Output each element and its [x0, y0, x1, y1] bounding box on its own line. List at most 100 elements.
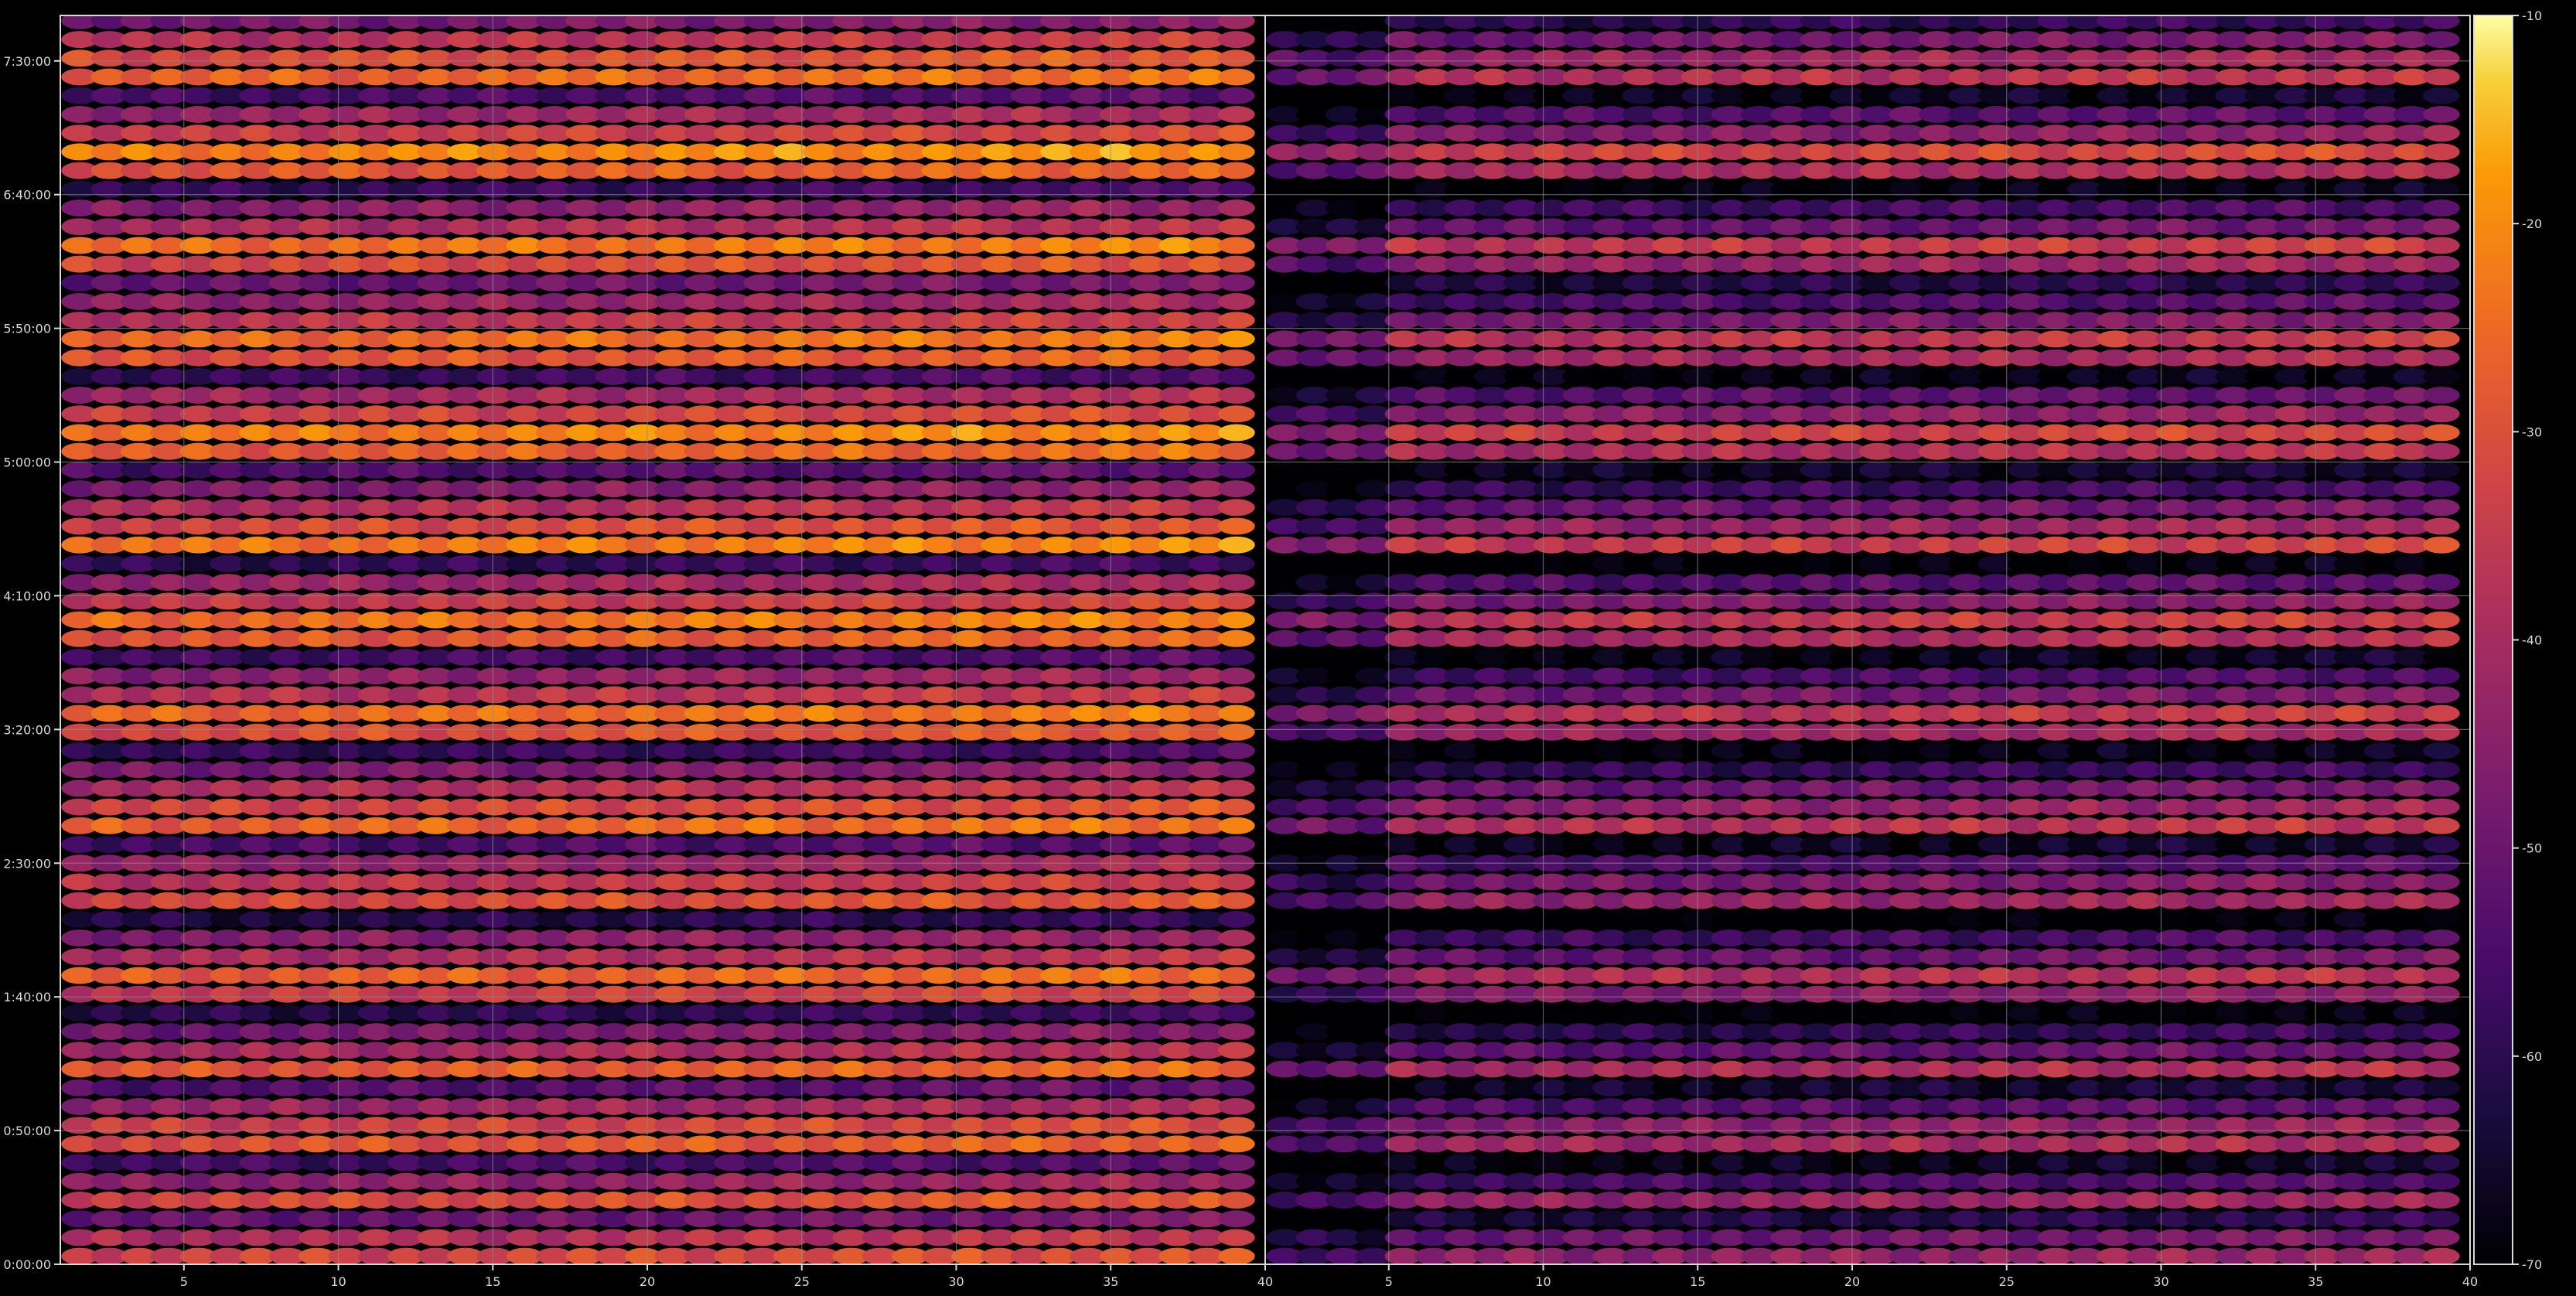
heatmap-cell [1218, 723, 1255, 741]
heatmap-cell [1218, 779, 1255, 797]
heatmap-cell [1218, 817, 1255, 834]
heatmap-cell [2423, 779, 2460, 797]
heatmap-cell [1218, 499, 1255, 517]
heatmap-cell [2423, 649, 2460, 666]
heatmap-cell [1218, 1079, 1255, 1096]
heatmap-cell [1218, 330, 1255, 348]
heatmap-cell [1218, 1098, 1255, 1115]
heatmap-cell [1218, 1004, 1255, 1021]
heatmap-cell [2423, 293, 2460, 310]
heatmap-cell [2423, 1004, 2460, 1021]
heatmap-cell [1218, 143, 1255, 161]
heatmap-cell [2423, 1229, 2460, 1247]
heatmap-cell [2423, 686, 2460, 704]
heatmap-cell [1218, 349, 1255, 367]
heatmap-cell [2423, 442, 2460, 460]
heatmap-cell [2423, 554, 2460, 572]
heatmap-cell [2423, 1154, 2460, 1172]
heatmap-cell [1218, 1023, 1255, 1041]
heatmap-cell [2423, 367, 2460, 385]
heatmap-cell [1218, 592, 1255, 610]
heatmap-cell [2423, 1192, 2460, 1209]
heatmap-cell [2423, 592, 2460, 610]
heatmap-cell [1218, 742, 1255, 759]
heatmap-cell [2423, 237, 2460, 254]
heatmap-cell [1218, 967, 1255, 984]
heatmap-cell [1218, 1192, 1255, 1209]
heatmap-cell [1218, 442, 1255, 460]
heatmap-cell [2423, 387, 2460, 404]
heatmap-cell [2423, 985, 2460, 1003]
heatmap-cell [2423, 218, 2460, 236]
heatmap-cell [2423, 1079, 2460, 1096]
panel-right-cells [1266, 15, 2460, 1264]
heatmap-cell [1218, 1060, 1255, 1078]
heatmap-cell [1218, 836, 1255, 854]
heatmap-cell [2423, 910, 2460, 928]
heatmap-cell [1218, 611, 1255, 629]
heatmap-cell [2423, 574, 2460, 592]
heatmap-cell [1218, 461, 1255, 479]
heatmap-cell [2423, 948, 2460, 966]
heatmap-cell [1218, 387, 1255, 404]
heatmap-cell [1218, 554, 1255, 572]
heatmap-cell [2423, 629, 2460, 647]
heatmap-cell [1218, 649, 1255, 666]
heatmap-cell [2423, 200, 2460, 217]
heatmap-cell [2423, 1060, 2460, 1078]
heatmap-cell [1218, 68, 1255, 86]
heatmap-cell [1218, 218, 1255, 236]
heatmap-cell [1218, 1229, 1255, 1247]
heatmap-cell [2423, 536, 2460, 554]
heatmap-cell [1218, 536, 1255, 554]
heatmap-cell [1218, 106, 1255, 123]
heatmap-cell [2423, 704, 2460, 722]
heatmap-cell [1218, 761, 1255, 779]
heatmap-cell [1218, 1135, 1255, 1153]
heatmap-cell [2423, 723, 2460, 741]
heatmap-cell [2423, 499, 2460, 517]
heatmap-cell [2423, 312, 2460, 329]
heatmap-cell [2423, 836, 2460, 854]
heatmap-cell [2423, 274, 2460, 292]
panel-left-cells [61, 15, 1255, 1264]
heatmap-cell [2423, 480, 2460, 498]
heatmap-cell [2423, 798, 2460, 816]
heatmap-cell [2423, 611, 2460, 629]
heatmap-figure: 0:00:00 0:50:00 1:40:00 2:30:00 3:20:00 4:10:… [0, 0, 2576, 1293]
heatmap-cell [2423, 1135, 2460, 1153]
heatmap-cell [1218, 124, 1255, 142]
heatmap-chart: 0:00:000:50:001:40:002:30:003:20:004:10:… [3, 9, 2542, 1289]
heatmap-cell [2423, 967, 2460, 984]
heatmap-cell [2423, 349, 2460, 367]
heatmap-cell [2423, 742, 2460, 759]
heatmap-cell [2423, 517, 2460, 535]
heatmap-cell [1218, 274, 1255, 292]
heatmap-cell [1218, 162, 1255, 179]
heatmap-cell [1218, 704, 1255, 722]
heatmap-cell [1218, 929, 1255, 947]
heatmap-cell [1218, 293, 1255, 310]
heatmap-cell [1218, 31, 1255, 49]
heatmap-cell [2423, 330, 2460, 348]
heatmap-cell [2423, 1247, 2460, 1264]
heatmap-cell [1218, 686, 1255, 704]
heatmap-cell [1218, 1172, 1255, 1190]
heatmap-cell [2423, 1210, 2460, 1228]
heatmap-cell [1218, 910, 1255, 928]
heatmap-cell [1218, 1117, 1255, 1134]
heatmap-cell [1218, 49, 1255, 67]
heatmap-cell [1218, 1247, 1255, 1264]
heatmap-cell [1218, 1210, 1255, 1228]
heatmap-cell [1218, 667, 1255, 685]
heatmap-cell [1218, 367, 1255, 385]
heatmap-cell [1218, 1042, 1255, 1059]
heatmap-cell [1218, 892, 1255, 909]
heatmap-cell [1218, 200, 1255, 217]
heatmap-cell [2423, 892, 2460, 909]
heatmap-cell [1218, 424, 1255, 442]
heatmap-cell [1218, 985, 1255, 1003]
heatmap-cell [2423, 1172, 2460, 1190]
heatmap-cell [2423, 667, 2460, 685]
heatmap-cell [1218, 517, 1255, 535]
